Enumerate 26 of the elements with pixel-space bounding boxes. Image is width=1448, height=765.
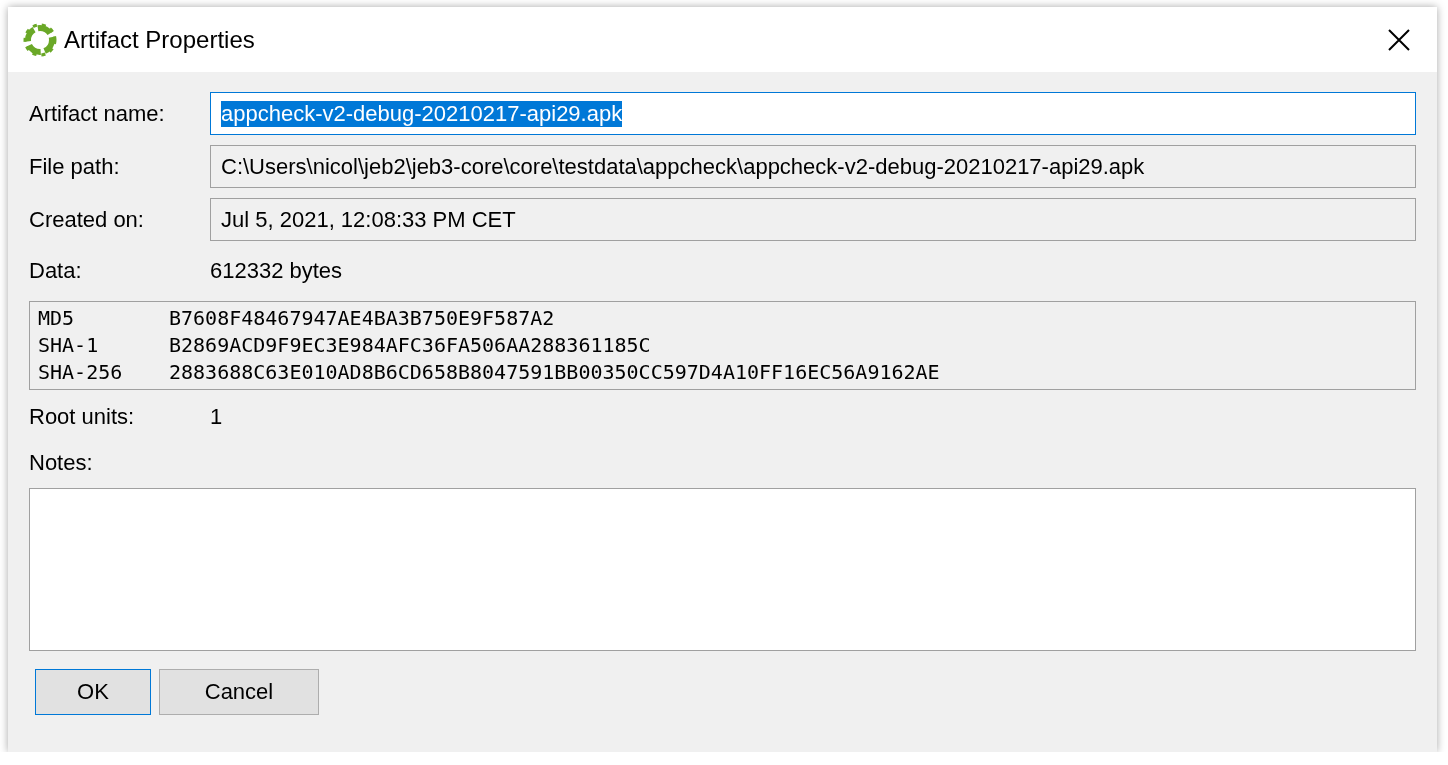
field-value: Jul 5, 2021, 12:08:33 PM CET [221, 206, 516, 233]
field-value: appcheck-v2-debug-20210217-api29.apk [221, 100, 623, 127]
data-label: Data: [29, 258, 83, 284]
window-title: Artifact Properties [64, 25, 256, 54]
field-value: C:\Users\nicol\jeb2\jeb3-core\core\testdata\appcheck\appcheck-v2-debug-20210217-api29.apk [221, 153, 1145, 180]
notes-field[interactable] [29, 488, 1416, 651]
gear-icon [22, 21, 58, 58]
root-units-value: 1 [210, 404, 223, 430]
text-field[interactable]: Jul 5, 2021, 12:08:33 PM CET [210, 198, 1416, 241]
hash-algorithm: SHA-1 [38, 332, 100, 359]
root-units-label: Root units: [29, 404, 136, 430]
text-field[interactable]: C:\Users\nicol\jeb2\jeb3-core\core\testdata\appcheck\appcheck-v2-debug-20210217-api29.apk [210, 145, 1416, 188]
hash-algorithm: SHA-256 [38, 359, 124, 386]
field-label: File path: [29, 153, 121, 180]
hash-digest: 2883688C63E010AD8B6CD658B8047591BB00350CC597D4A10FF16EC56A9162AE [169, 359, 941, 386]
field-label: Artifact name: [29, 100, 166, 127]
cancel-button[interactable]: Cancel [159, 669, 319, 715]
hash-algorithm: MD5 [38, 305, 76, 332]
field-label: Created on: [29, 206, 145, 233]
notes-label: Notes: [29, 450, 94, 476]
close-icon [1388, 28, 1410, 51]
data-size: 612332 bytes [210, 258, 343, 284]
text-field[interactable]: appcheck-v2-debug-20210217-api29.apk [210, 92, 1416, 135]
hash-digest: B7608F48467947AE4BA3B750E9F587A2 [169, 305, 556, 332]
ok-button[interactable]: OK [35, 669, 151, 715]
hash-digest: B2869ACD9F9EC3E984AFC36FA506AA288361185C [169, 332, 652, 359]
